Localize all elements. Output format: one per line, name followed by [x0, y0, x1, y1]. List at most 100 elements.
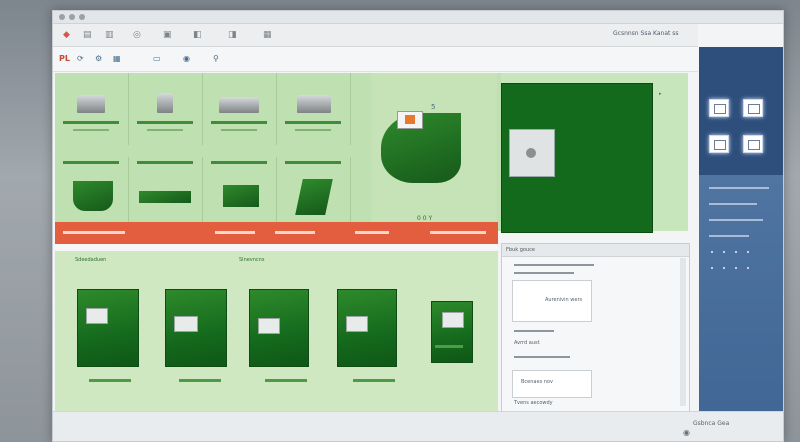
user-icon[interactable]: ◉	[183, 54, 190, 63]
window-icon[interactable]	[709, 135, 729, 153]
cell-sublabel	[295, 129, 331, 131]
window-icon[interactable]	[743, 99, 763, 117]
toolbar: PL ⟳ ⚙ ▦ ▭ ◉ ⚲	[53, 47, 698, 72]
dialog-line	[514, 272, 574, 274]
grid-cell[interactable]	[203, 157, 277, 229]
product-window	[174, 316, 198, 332]
sidebar-dot	[723, 267, 725, 269]
cell-sublabel	[73, 129, 109, 131]
sidebar-dot	[735, 251, 737, 253]
product-card[interactable]	[249, 289, 309, 367]
maximize-icon[interactable]	[79, 14, 85, 20]
window-titlebar	[53, 11, 783, 24]
sidebar-dot	[723, 251, 725, 253]
product-card[interactable]	[165, 289, 227, 367]
tab-icon[interactable]: ▦	[263, 30, 272, 40]
product-card[interactable]	[431, 301, 473, 363]
category-item[interactable]	[430, 231, 486, 234]
product-window	[442, 312, 464, 328]
product-window	[258, 318, 280, 334]
dialog-item: Avrrd aust	[514, 340, 540, 346]
sidebar-dot	[735, 267, 737, 269]
sidebar-item[interactable]	[709, 203, 757, 205]
tab-icon[interactable]: ◨	[228, 30, 237, 40]
tab-icon[interactable]: ▥	[105, 30, 114, 40]
minimize-icon[interactable]	[69, 14, 75, 20]
panel-caption: 0 0 Y	[417, 215, 433, 222]
grid-cell[interactable]	[129, 73, 203, 145]
sidebar-item[interactable]	[709, 187, 769, 189]
sidebar-item[interactable]	[709, 235, 749, 237]
right-sidebar	[699, 47, 783, 441]
tab-icon[interactable]: ◧	[193, 30, 202, 40]
grid-cell[interactable]	[129, 157, 203, 229]
dialog-line	[514, 330, 554, 332]
category-item[interactable]	[355, 231, 389, 234]
tab-icon[interactable]: ▤	[83, 30, 92, 40]
machine-image	[297, 95, 331, 113]
product-caption	[179, 379, 221, 382]
cell-sublabel	[221, 129, 257, 131]
link-icon[interactable]: ⚲	[213, 54, 219, 63]
dialog-scrollbar[interactable]	[680, 258, 686, 406]
close-icon[interactable]	[59, 14, 65, 20]
product-card[interactable]	[337, 289, 397, 367]
category-item[interactable]	[275, 231, 315, 234]
grid-cell[interactable]	[277, 157, 351, 229]
category-bar[interactable]	[55, 222, 498, 244]
badge-icon	[405, 115, 415, 124]
product-card[interactable]	[77, 289, 139, 367]
category-item[interactable]	[63, 231, 125, 234]
cell-label	[63, 161, 119, 164]
status-bar: Gsbnca Gea ◉	[53, 411, 783, 441]
dialog-line	[514, 264, 594, 266]
product-caption	[89, 379, 131, 382]
machine-image	[219, 97, 259, 113]
refresh-icon[interactable]: ⟳	[77, 54, 84, 63]
divider	[55, 244, 498, 250]
fab-icon[interactable]: ◉	[683, 428, 690, 437]
brand-label: PL	[59, 54, 70, 63]
machine-image	[157, 93, 173, 113]
machine-image	[223, 185, 259, 207]
product-window	[86, 308, 108, 324]
app-logo-icon: ◆	[63, 30, 70, 40]
dialog-item: Aurenivin wers	[545, 297, 583, 303]
app-window: ◆ ▤ ▥ ◎ ▣ ◧ ◨ ▦ Gcsnnsn Ssa Kanat ss PL …	[52, 10, 784, 442]
cell-label	[211, 161, 267, 164]
product-grid-bottom: Sdeedaduen Slnevncns	[55, 251, 498, 411]
cell-label	[285, 161, 341, 164]
tab-icon[interactable]: ▣	[163, 30, 172, 40]
window-icon[interactable]	[743, 135, 763, 153]
machine-image	[295, 179, 333, 215]
dialog-title: Fbuk gouce	[506, 247, 535, 253]
machine-image	[139, 191, 191, 203]
feature-panel: 5 0 0 Y	[371, 73, 497, 231]
grid-cell[interactable]	[277, 73, 351, 145]
dialog-field[interactable]: Aurenivin wers	[512, 280, 592, 322]
machine-socket	[509, 129, 555, 177]
window-icon[interactable]	[709, 99, 729, 117]
tab-icon[interactable]: ◎	[133, 30, 141, 40]
product-caption	[353, 379, 395, 382]
edge-label: ▸	[659, 91, 662, 97]
grid-icon[interactable]: ▦	[113, 54, 121, 63]
sidebar-dot	[711, 267, 713, 269]
product-window	[346, 316, 368, 332]
cell-label	[137, 161, 193, 164]
sidebar-item[interactable]	[709, 219, 763, 221]
dialog-titlebar: Fbuk gouce	[502, 244, 689, 257]
folder-icon[interactable]: ▭	[153, 54, 161, 63]
detail-dialog: Fbuk gouce Aurenivin wers Avrrd aust Bce…	[501, 243, 690, 413]
grid-cell[interactable]	[55, 157, 129, 229]
machine-image	[73, 181, 113, 211]
machine-image	[77, 95, 105, 113]
dialog-field[interactable]: Bcenaes nov	[512, 370, 592, 398]
grid-cell[interactable]	[203, 73, 277, 145]
socket-icon	[526, 148, 536, 158]
settings-icon[interactable]: ⚙	[95, 54, 102, 63]
sidebar-dot	[747, 251, 749, 253]
grid-cell[interactable]	[55, 73, 129, 145]
product-caption	[265, 379, 307, 382]
category-item[interactable]	[215, 231, 255, 234]
